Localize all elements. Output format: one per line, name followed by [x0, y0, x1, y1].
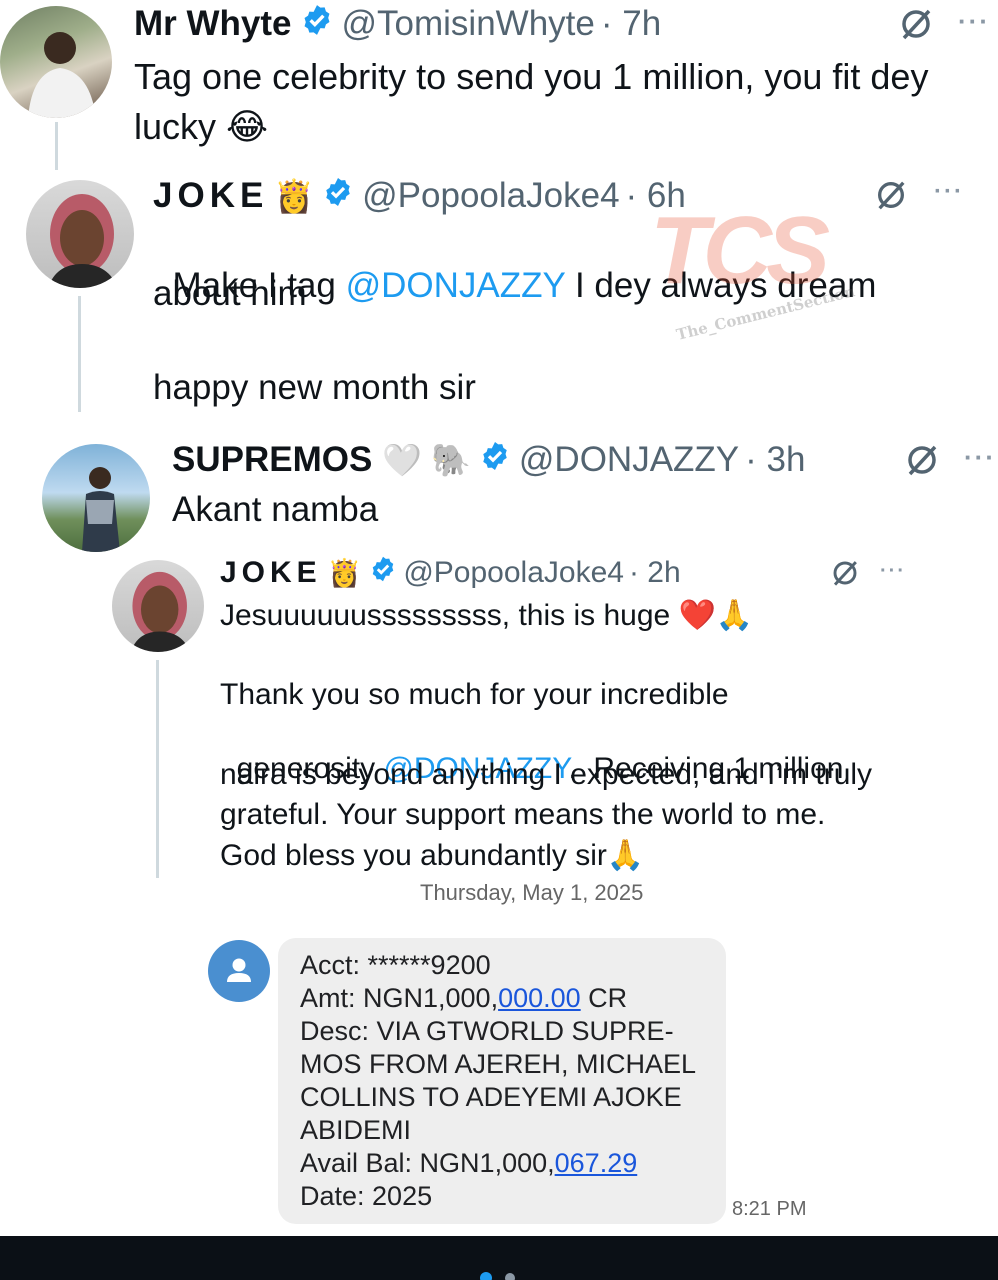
princess-emoji: 👸 — [327, 558, 362, 588]
verified-badge-icon — [322, 176, 354, 217]
verified-badge-icon — [300, 3, 334, 46]
tweet1-handle[interactable]: @TomisinWhyte — [342, 4, 595, 44]
sms-desc-line1: Desc: VIA GTWORLD SUPRE- — [300, 1016, 674, 1046]
tweet4-author-name[interactable]: JOKE — [220, 556, 322, 590]
sms-balance-pre: Avail Bal: NGN1,000, — [300, 1148, 555, 1178]
thread-line-2 — [78, 296, 81, 412]
avatar-joke-image — [48, 194, 118, 288]
grok-icon[interactable] — [898, 6, 934, 42]
tweet3-text: Akant namba — [172, 490, 379, 529]
sms-acct: Acct: ******9200 — [300, 950, 491, 980]
more-options-icon[interactable]: ··· — [958, 6, 990, 37]
verified-badge-icon — [369, 555, 397, 591]
tweet3-time: · 3h — [745, 440, 806, 479]
sms-balance: Avail Bal: NGN1,000,067.29 — [300, 1148, 637, 1179]
thread-line-1 — [55, 122, 58, 170]
avatar-joke-reply[interactable] — [112, 560, 204, 652]
tweet4-para2-line3: naira is beyond anything I expected, and… — [220, 758, 873, 791]
sms-screenshot: Thursday, May 1, 2025 Acct: ******9200 A… — [172, 872, 998, 1236]
bottom-bar — [0, 1236, 998, 1280]
verified-badge-icon — [479, 440, 511, 481]
grok-icon[interactable] — [830, 558, 860, 588]
tweet3-emojis: 🤍 🐘 — [382, 442, 471, 478]
more-options-icon[interactable]: ··· — [934, 178, 964, 206]
sms-amount-pre: Amt: NGN1,000, — [300, 983, 499, 1013]
sms-date: Thursday, May 1, 2025 — [420, 880, 644, 905]
sms-desc-line3: COLLINS TO ADEYEMI AJOKE — [300, 1082, 682, 1112]
grok-icon[interactable] — [874, 178, 908, 212]
sms-amount-link[interactable]: 000.00 — [498, 983, 581, 1013]
more-options-icon[interactable]: ··· — [964, 442, 996, 473]
tweet3-author-name[interactable]: SUPREMOS — [172, 440, 372, 480]
thread-line-4 — [156, 660, 159, 878]
tweet2-handle[interactable]: @PopoolaJoke4 — [362, 176, 619, 216]
tweet2-text-line2: about him — [153, 274, 307, 313]
sms-message-bubble[interactable]: Acct: ******9200 Amt: NGN1,000,000.00 CR… — [278, 938, 726, 1224]
sms-amount: Amt: NGN1,000,000.00 CR — [300, 983, 627, 1014]
more-options-icon[interactable]: ··· — [880, 560, 906, 583]
tweet2-author-name[interactable]: JOKE — [153, 176, 268, 216]
tweet1-header: Mr Whyte @TomisinWhyte · 7h — [134, 2, 661, 46]
tweet4-text-line1: Jesuuuuuusssssssss, this is huge ❤️🙏 — [220, 599, 754, 632]
tweet1-text-line1: Tag one celebrity to send you 1 million,… — [134, 56, 929, 97]
tweet4-time: · 2h — [628, 556, 681, 589]
tweet2-time: · 6h — [625, 176, 686, 215]
sms-desc-line4: ABIDEMI — [300, 1115, 412, 1145]
tweet2-header: JOKE 👸 @PopoolaJoke4 · 6h — [153, 174, 686, 218]
grok-icon[interactable] — [904, 442, 940, 478]
tweet1-author-name[interactable]: Mr Whyte — [134, 4, 292, 44]
avatar-mr-whyte-image — [28, 32, 96, 118]
sms-desc-line2: MOS FROM AJEREH, MICHAEL — [300, 1049, 697, 1079]
sender-avatar-icon — [208, 940, 270, 1002]
mention-donjazzy[interactable]: @DONJAZZY — [346, 266, 566, 305]
tweet4-para2-line5: God bless you abundantly sir🙏 — [220, 839, 645, 872]
avatar-mr-whyte[interactable] — [0, 6, 112, 118]
tweet1-text-line2: lucky 😂 — [134, 106, 269, 147]
sms-time: 8:21 PM — [732, 1198, 807, 1220]
tweet3-header: SUPREMOS 🤍 🐘 @DONJAZZY · 3h — [172, 438, 805, 482]
avatar-supremos[interactable] — [42, 444, 150, 552]
tweet4-header: JOKE 👸 @PopoolaJoke4 · 2h — [220, 554, 681, 592]
tweet1-time: · 7h — [600, 4, 662, 43]
sms-date-line: Date: 2025 — [300, 1181, 433, 1211]
tweet3-handle[interactable]: @DONJAZZY — [519, 440, 739, 480]
tweet2-text-post: I dey always dream — [565, 266, 877, 305]
tweet2-text-line3: happy new month sir — [153, 368, 476, 407]
sms-balance-link[interactable]: 067.29 — [555, 1148, 638, 1178]
tweet4-para2-line1: Thank you so much for your incredible — [220, 678, 729, 711]
avatar-supremos-image — [82, 467, 120, 552]
carousel-indicator-dots[interactable] — [476, 1268, 522, 1280]
avatar-joke-reply-image — [130, 571, 191, 652]
avatar-joke[interactable] — [26, 180, 134, 288]
tweet4-para2-line4: grateful. Your support means the world t… — [220, 798, 826, 831]
tweet4-handle[interactable]: @PopoolaJoke4 — [403, 556, 624, 590]
princess-emoji: 👸 — [274, 178, 315, 214]
sms-amount-post: CR — [580, 983, 628, 1013]
